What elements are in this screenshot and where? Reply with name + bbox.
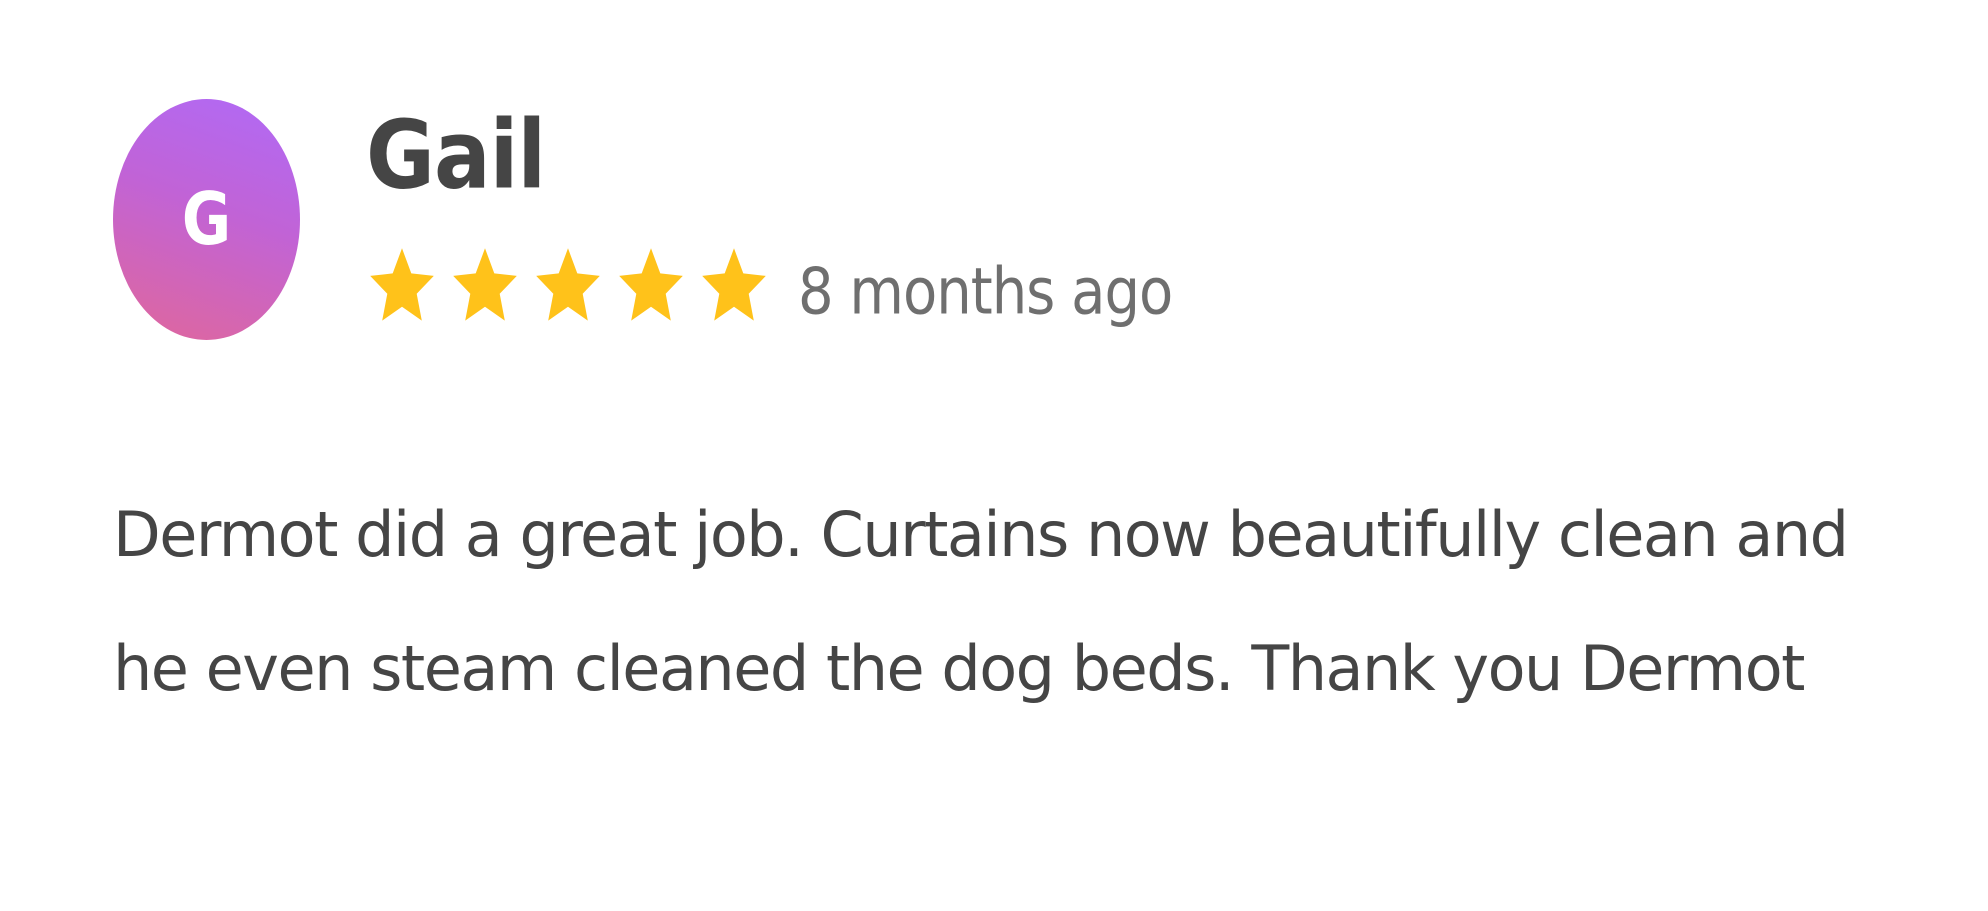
rating-row: 8 months ago: [366, 242, 1173, 332]
review-card: G Gail 8 months ago Dermot did a great j…: [0, 0, 1988, 911]
star-icon: [619, 248, 683, 321]
star-icon: [536, 248, 600, 321]
star-icon: [702, 248, 766, 321]
star-icon: [370, 248, 434, 321]
avatar: G: [113, 99, 300, 340]
avatar-initial: G: [181, 177, 232, 262]
review-text: Dermot did a great job. Curtains now bea…: [113, 498, 1849, 705]
star-icon: [453, 248, 517, 321]
star-rating: [366, 244, 770, 330]
reviewer-name: Gail: [366, 100, 546, 210]
review-time: 8 months ago: [798, 255, 1173, 330]
